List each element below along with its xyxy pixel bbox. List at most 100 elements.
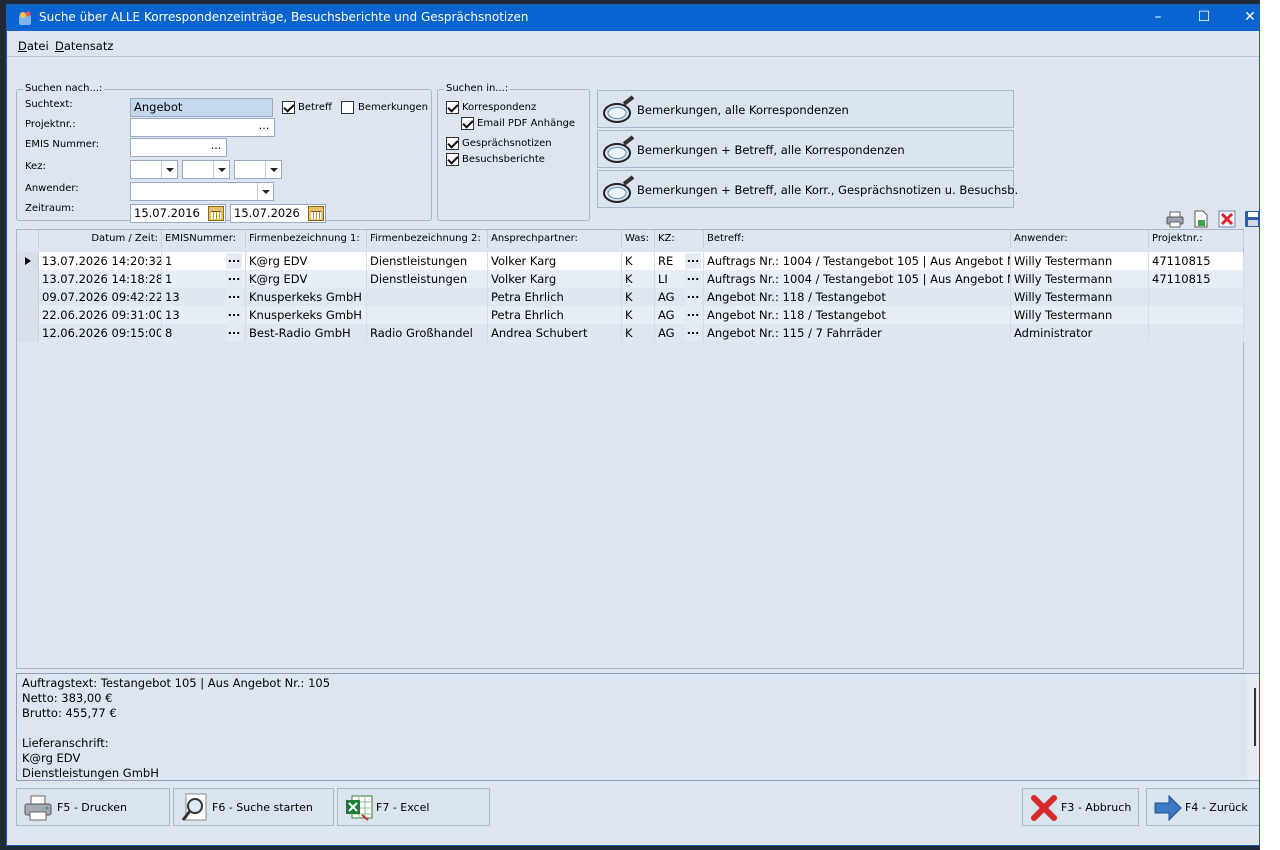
- row-lookup-button[interactable]: ...: [226, 325, 242, 341]
- search-remarks-all-button[interactable]: Bemerkungen, alle Korrespondenzen: [597, 90, 1014, 128]
- back-button[interactable]: F4 - Zurück: [1146, 788, 1259, 826]
- cell-ansprech: Volker Karg: [488, 270, 622, 288]
- emis-lookup-button[interactable]: ...: [206, 139, 226, 156]
- email-pdf-checkbox[interactable]: [461, 117, 474, 130]
- cell-ansprech: Petra Ehrlich: [488, 306, 622, 324]
- cell-betreff: Auftrags Nr.: 1004 / Testangebot 105 | A…: [704, 252, 1011, 270]
- projekt-input[interactable]: ...: [130, 118, 275, 137]
- cell-projekt: 47110815: [1149, 252, 1244, 270]
- besuchsberichte-label: Besuchsberichte: [462, 154, 545, 165]
- calendar-icon[interactable]: [308, 206, 324, 221]
- search-remarks-subject-button[interactable]: Bemerkungen + Betreff, alle Korresponden…: [597, 130, 1014, 168]
- grid-header-anwender[interactable]: Anwender:: [1011, 230, 1149, 248]
- calendar-icon[interactable]: [208, 206, 224, 221]
- grid-header-projekt[interactable]: Projektnr.:: [1149, 230, 1244, 248]
- grid-header-firma1[interactable]: Firmenbezeichnung 1:: [246, 230, 367, 248]
- grid-header: Datum / Zeit: EMISNummer: Firmenbezeichn…: [17, 230, 1244, 248]
- table-row[interactable]: 12.06.2026 09:15:00 8... Best-Radio GmbH Ra…: [17, 324, 1244, 342]
- grid-header-firma2[interactable]: Firmenbezeichnung 2:: [367, 230, 488, 248]
- cancel-button[interactable]: F3 - Abbruch: [1022, 788, 1139, 826]
- bemerkungen-checkbox[interactable]: [341, 101, 354, 114]
- row-lookup-button[interactable]: ...: [226, 271, 242, 287]
- cell-projekt: [1149, 306, 1244, 324]
- printer-icon: [24, 795, 52, 821]
- new-doc-icon[interactable]: [1192, 210, 1210, 228]
- korrespondenz-checkbox[interactable]: [446, 101, 459, 114]
- grid-header-datum[interactable]: Datum / Zeit:: [39, 230, 162, 248]
- grid-header-was[interactable]: Was:: [622, 230, 655, 248]
- row-lookup-button[interactable]: ...: [685, 289, 701, 305]
- cell-was: K: [622, 270, 655, 288]
- betreff-checkbox[interactable]: [282, 101, 295, 114]
- cell-firma2: Dienstleistungen: [367, 270, 488, 288]
- projekt-label: Projektnr.:: [25, 119, 76, 130]
- search-remarks-subject-label: Bemerkungen + Betreff, alle Korresponden…: [637, 143, 905, 157]
- background-window-edge: [1260, 0, 1280, 850]
- cell-was: K: [622, 252, 655, 270]
- cell-anwender: Willy Testermann: [1011, 306, 1149, 324]
- maximize-button[interactable]: ☐: [1181, 5, 1227, 31]
- kez-select-1[interactable]: [130, 160, 178, 179]
- cell-firma2: Radio Großhandel: [367, 324, 488, 342]
- besuchsberichte-checkbox[interactable]: [446, 153, 459, 166]
- detail-line: Dienstleistungen GmbH: [22, 766, 159, 780]
- projekt-lookup-button[interactable]: ...: [254, 119, 274, 136]
- print-button-label: F5 - Drucken: [57, 801, 128, 814]
- magnifier-icon: [603, 135, 635, 163]
- suchtext-input[interactable]: Angebot: [130, 98, 273, 117]
- cell-projekt: 47110815: [1149, 270, 1244, 288]
- table-row[interactable]: 13.07.2026 14:18:28 1... K@rg EDV Dienstlei…: [17, 270, 1244, 288]
- print-button[interactable]: F5 - Drucken: [16, 788, 170, 826]
- printer-icon[interactable]: [1166, 210, 1184, 228]
- table-row[interactable]: 13.07.2026 14:20:32 1... K@rg EDV Dienstlei…: [17, 252, 1244, 270]
- excel-button[interactable]: F7 - Excel: [337, 788, 490, 826]
- row-indicator[interactable]: [17, 324, 39, 342]
- row-lookup-button[interactable]: ...: [226, 289, 242, 305]
- row-indicator[interactable]: [17, 288, 39, 306]
- grid-header-ansprech[interactable]: Ansprechpartner:: [488, 230, 622, 248]
- date-from-input[interactable]: 15.07.2016: [130, 204, 226, 223]
- menu-datensatz[interactable]: Datensatz: [55, 39, 113, 53]
- table-row[interactable]: 22.06.2026 09:31:00 13... Knusperkeks GmbH…: [17, 306, 1244, 324]
- grid-header-kz[interactable]: KZ:: [655, 230, 704, 248]
- row-lookup-button[interactable]: ...: [685, 271, 701, 287]
- minimize-button[interactable]: –: [1135, 5, 1181, 31]
- cell-anwender: Administrator: [1011, 324, 1149, 342]
- grid-header-betreff[interactable]: Betreff:: [704, 230, 1011, 248]
- row-indicator[interactable]: [17, 306, 39, 324]
- magnifier-icon: [603, 175, 635, 203]
- row-lookup-button[interactable]: ...: [685, 325, 701, 341]
- delete-icon[interactable]: [1218, 210, 1236, 228]
- cell-was: K: [622, 324, 655, 342]
- emis-input[interactable]: ...: [130, 138, 227, 157]
- row-lookup-button[interactable]: ...: [226, 253, 242, 269]
- date-to-input[interactable]: 15.07.2026: [230, 204, 326, 223]
- search-window: Suche über ALLE Korrespondenzeinträge, B…: [6, 4, 1260, 846]
- cancel-x-icon: [1031, 795, 1057, 821]
- kez-select-3[interactable]: [234, 160, 282, 179]
- row-lookup-button[interactable]: ...: [685, 307, 701, 323]
- search-in-legend: Suchen in...:: [444, 83, 511, 94]
- cell-firma1: Knusperkeks GmbH: [246, 306, 367, 324]
- search-all-types-button[interactable]: Bemerkungen + Betreff, alle Korr., Gespr…: [597, 170, 1018, 208]
- chevron-down-icon: [257, 183, 273, 200]
- table-row[interactable]: 09.07.2026 09:42:22 13... Knusperkeks GmbH…: [17, 288, 1244, 306]
- kez-select-2[interactable]: [182, 160, 230, 179]
- grid-header-emis[interactable]: EMISNummer:: [162, 230, 246, 248]
- cell-ansprech: Andrea Schubert: [488, 324, 622, 342]
- save-disk-icon[interactable]: [1244, 210, 1260, 228]
- detail-memo[interactable]: Auftragstext: Testangebot 105 | Aus Ange…: [16, 673, 1259, 781]
- cell-betreff: Auftrags Nr.: 1004 / Testangebot 105 | A…: [704, 270, 1011, 288]
- cell-datum: 13.07.2026 14:18:28: [39, 270, 162, 288]
- row-indicator[interactable]: [17, 270, 39, 288]
- close-window-button[interactable]: ✕: [1227, 5, 1259, 31]
- chevron-down-icon: [213, 161, 229, 178]
- row-lookup-button[interactable]: ...: [685, 253, 701, 269]
- anwender-select[interactable]: [130, 182, 274, 201]
- menu-datei[interactable]: Datei: [18, 39, 49, 53]
- start-search-button[interactable]: F6 - Suche starten: [173, 788, 334, 826]
- row-indicator[interactable]: [17, 252, 39, 270]
- gespraechsnotizen-checkbox[interactable]: [446, 137, 459, 150]
- row-lookup-button[interactable]: ...: [226, 307, 242, 323]
- detail-scrollbar[interactable]: [1247, 674, 1259, 780]
